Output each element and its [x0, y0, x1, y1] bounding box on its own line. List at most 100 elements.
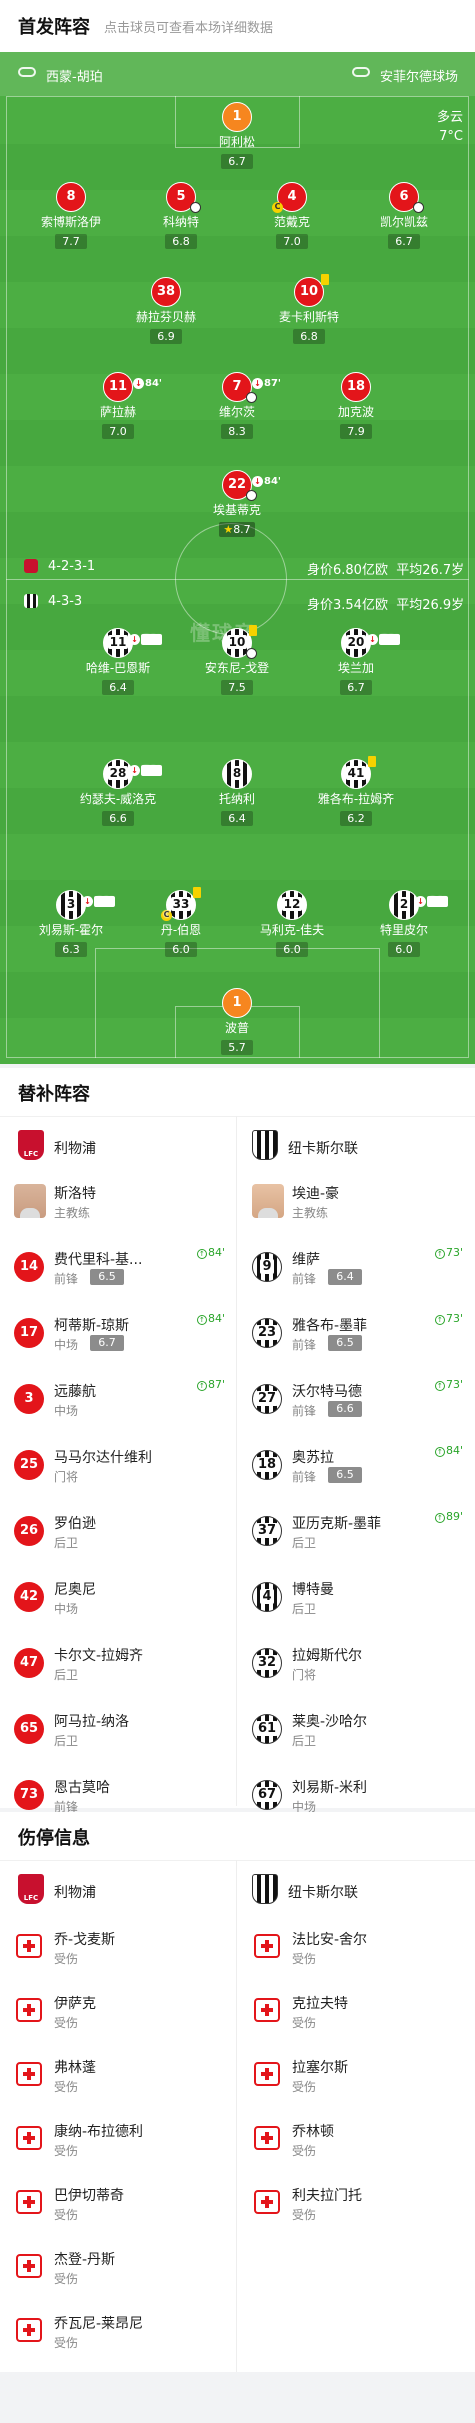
- player-salah[interactable]: 11 ↓ 84' 萨拉赫 7.0: [63, 372, 173, 439]
- injury-row[interactable]: 乔-戈麦斯 受伤: [0, 1914, 237, 1980]
- shirt-number: 23: [255, 1325, 279, 1340]
- sub-row[interactable]: 17 柯蒂斯-琼斯 中场 6.7 ↑ 84': [0, 1300, 237, 1366]
- sub-out-icon: ↓: [129, 765, 141, 776]
- player-konate[interactable]: 5 科纳特 6.8: [126, 182, 236, 249]
- shirt-number-wrap: 4C: [272, 182, 307, 213]
- player-name: 伊萨克: [54, 1996, 96, 2012]
- shirt-number: 28: [107, 766, 129, 780]
- shirt-number-wrap: 41: [341, 756, 376, 789]
- sub-out-minute: 73': [141, 765, 162, 776]
- sub-row[interactable]: 25 马马尔达什维利 门将: [0, 1432, 237, 1498]
- sub-row[interactable]: 37 亚历克斯-墨菲 后卫 ↑ 89': [238, 1498, 475, 1564]
- player-willock[interactable]: 28 ↓ 73' 约瑟夫-威洛克 6.6: [63, 759, 173, 826]
- player-rating: 6.7: [340, 680, 372, 695]
- sub-row[interactable]: 3 远藤航 中场 ↑ 87': [0, 1366, 237, 1432]
- player-burn[interactable]: 33 C 丹-伯恩 6.0: [126, 887, 236, 957]
- player-name: 卡尔文-拉姆齐: [54, 1648, 144, 1664]
- sub-row[interactable]: 4 博特曼 后卫: [238, 1564, 475, 1630]
- player-name: 阿马拉-纳洛: [54, 1714, 130, 1730]
- medical-kit-icon: [254, 2190, 280, 2214]
- shirt-number-wrap: 11 ↓ 73': [103, 628, 162, 658]
- player-elanga[interactable]: 20 ↓ 73' 埃兰加 6.7: [301, 628, 411, 695]
- shirt-number: 17: [14, 1318, 44, 1348]
- player-gordon[interactable]: 10 安东尼-戈登 7.5: [182, 625, 292, 695]
- sub-out-minute: 84': [145, 378, 162, 389]
- player-van-dijk[interactable]: 4C 范戴克 7.0: [237, 182, 347, 249]
- sub-row[interactable]: 42 尼奥尼 中场: [0, 1564, 237, 1630]
- sub-in-minute: 73': [445, 1246, 463, 1259]
- sub-out-badge: ↓ 87': [252, 370, 281, 397]
- player-gakpo[interactable]: 18 加克波 7.9: [301, 372, 411, 439]
- sub-row[interactable]: 61 莱奥-沙哈尔 后卫: [238, 1696, 475, 1762]
- player-rating: 6.2: [340, 811, 372, 826]
- goal-ball-icon: [190, 202, 201, 213]
- player-kerkez[interactable]: 6 凯尔凯兹 6.7: [349, 182, 459, 249]
- player-trippier[interactable]: 2 ↓ 84' 特里皮尔 6.0: [349, 890, 459, 957]
- shirt-number: 47: [14, 1648, 44, 1678]
- home-coach[interactable]: 斯洛特 主教练: [0, 1168, 237, 1234]
- shirt-number-wrap: 8: [222, 759, 252, 789]
- sub-row[interactable]: 14 费代里科-基... 前锋 6.5 ↑ 84': [0, 1234, 237, 1300]
- newcastle-logo-icon: [252, 1130, 278, 1160]
- player-position: 前锋: [292, 1338, 317, 1352]
- player-alisson[interactable]: 1 阿利松 6.7: [182, 102, 292, 169]
- sub-row[interactable]: 18 奥苏拉 前锋 6.5 ↑ 84': [238, 1432, 475, 1498]
- assist-boot-icon: [413, 202, 424, 213]
- sub-row[interactable]: 73 恩古莫哈 前锋: [0, 1762, 237, 1814]
- player-name: 费代里科-基...: [54, 1252, 143, 1268]
- player-mac-allister[interactable]: 10 麦卡利斯特 6.8: [254, 274, 364, 344]
- injury-row[interactable]: 利夫拉门托 受伤: [238, 2170, 475, 2236]
- sub-row[interactable]: 32 拉姆斯代尔 门将: [238, 1630, 475, 1696]
- injury-row[interactable]: 乔林顿 受伤: [238, 2106, 475, 2172]
- player-hall[interactable]: 3 ↓ 89' 刘易斯-霍尔 6.3: [16, 890, 126, 957]
- medical-kit-icon: [16, 1998, 42, 2022]
- sub-out-icon: ↓: [82, 896, 94, 907]
- shirt-number-wrap: 5: [166, 182, 201, 213]
- injury-row[interactable]: 杰登-丹斯 受伤: [0, 2234, 237, 2300]
- shirt-number-wrap: 67: [252, 1780, 282, 1810]
- injury-row[interactable]: 弗林蓬 受伤: [0, 2042, 237, 2108]
- player-gravenberch[interactable]: 38 赫拉芬贝赫 6.9: [111, 277, 221, 344]
- player-pope[interactable]: 1 波普 5.7: [182, 988, 292, 1055]
- shirt-number: 61: [255, 1721, 279, 1736]
- shirt-number: 14: [14, 1252, 44, 1282]
- sub-in-icon: ↑: [434, 1315, 445, 1325]
- shirt-number: 38: [151, 277, 181, 307]
- player-thiaw[interactable]: 12 马利克-佳夫 6.0: [237, 890, 347, 957]
- player-rating: 6.4: [328, 1269, 362, 1285]
- sub-row[interactable]: 23 雅各布-墨菲 前锋 6.5 ↑ 73': [238, 1300, 475, 1366]
- player-wirtz[interactable]: 7 ↓ 87' 维尔茨 8.3: [182, 372, 292, 439]
- player-rating: 8.7: [233, 523, 251, 536]
- sub-row[interactable]: 26 罗伯逊 后卫: [0, 1498, 237, 1564]
- injury-row[interactable]: 巴伊切蒂奇 受伤: [0, 2170, 237, 2236]
- injury-row[interactable]: 伊萨克 受伤: [0, 1978, 237, 2044]
- newcastle-logo-icon: [252, 1874, 278, 1904]
- sub-row[interactable]: 65 阿马拉-纳洛 后卫: [0, 1696, 237, 1762]
- injury-row[interactable]: 克拉夫特 受伤: [238, 1978, 475, 2044]
- medical-kit-icon: [16, 2190, 42, 2214]
- player-ramsey[interactable]: 41 雅各布-拉姆齐 6.2: [301, 756, 411, 826]
- injury-row[interactable]: 乔瓦尼-莱昂尼 受伤: [0, 2298, 237, 2364]
- player-name: 维萨: [292, 1252, 320, 1268]
- sub-row[interactable]: 9 维萨 前锋 6.4 ↑ 73': [238, 1234, 475, 1300]
- sub-row[interactable]: 67 刘易斯-米利 中场: [238, 1762, 475, 1814]
- player-barnes[interactable]: 11 ↓ 73' 哈维-巴恩斯 6.4: [63, 628, 173, 695]
- injury-row[interactable]: 康纳-布拉德利 受伤: [0, 2106, 237, 2172]
- injury-row[interactable]: 拉塞尔斯 受伤: [238, 2042, 475, 2108]
- sub-in-icon: ↑: [196, 1315, 207, 1325]
- injury-row[interactable]: 法比安-舍尔 受伤: [238, 1914, 475, 1980]
- substitutes-title: 替补阵容: [18, 1084, 90, 1105]
- player-tonali[interactable]: 8 托纳利 6.4: [182, 759, 292, 826]
- player-ekitike[interactable]: 22 ↓ 84' 埃基蒂克 ★8.7: [182, 470, 292, 537]
- weather-info: 多云 7°C: [437, 108, 463, 146]
- sub-in-icon: ↑: [434, 1381, 445, 1391]
- coach-avatar: [252, 1184, 284, 1218]
- shirt-number-wrap: 20 ↓ 73': [341, 628, 400, 658]
- sub-row[interactable]: 47 卡尔文-拉姆齐 后卫: [0, 1630, 237, 1696]
- away-coach[interactable]: 埃迪-豪 主教练: [238, 1168, 475, 1234]
- player-szoboszlai[interactable]: 8 索博斯洛伊 7.7: [16, 182, 126, 249]
- medical-kit-icon: [16, 2062, 42, 2086]
- player-position: 中场: [54, 1602, 79, 1616]
- yellow-card-icon: [368, 756, 376, 767]
- sub-row[interactable]: 27 沃尔特马德 前锋 6.6 ↑ 73': [238, 1366, 475, 1432]
